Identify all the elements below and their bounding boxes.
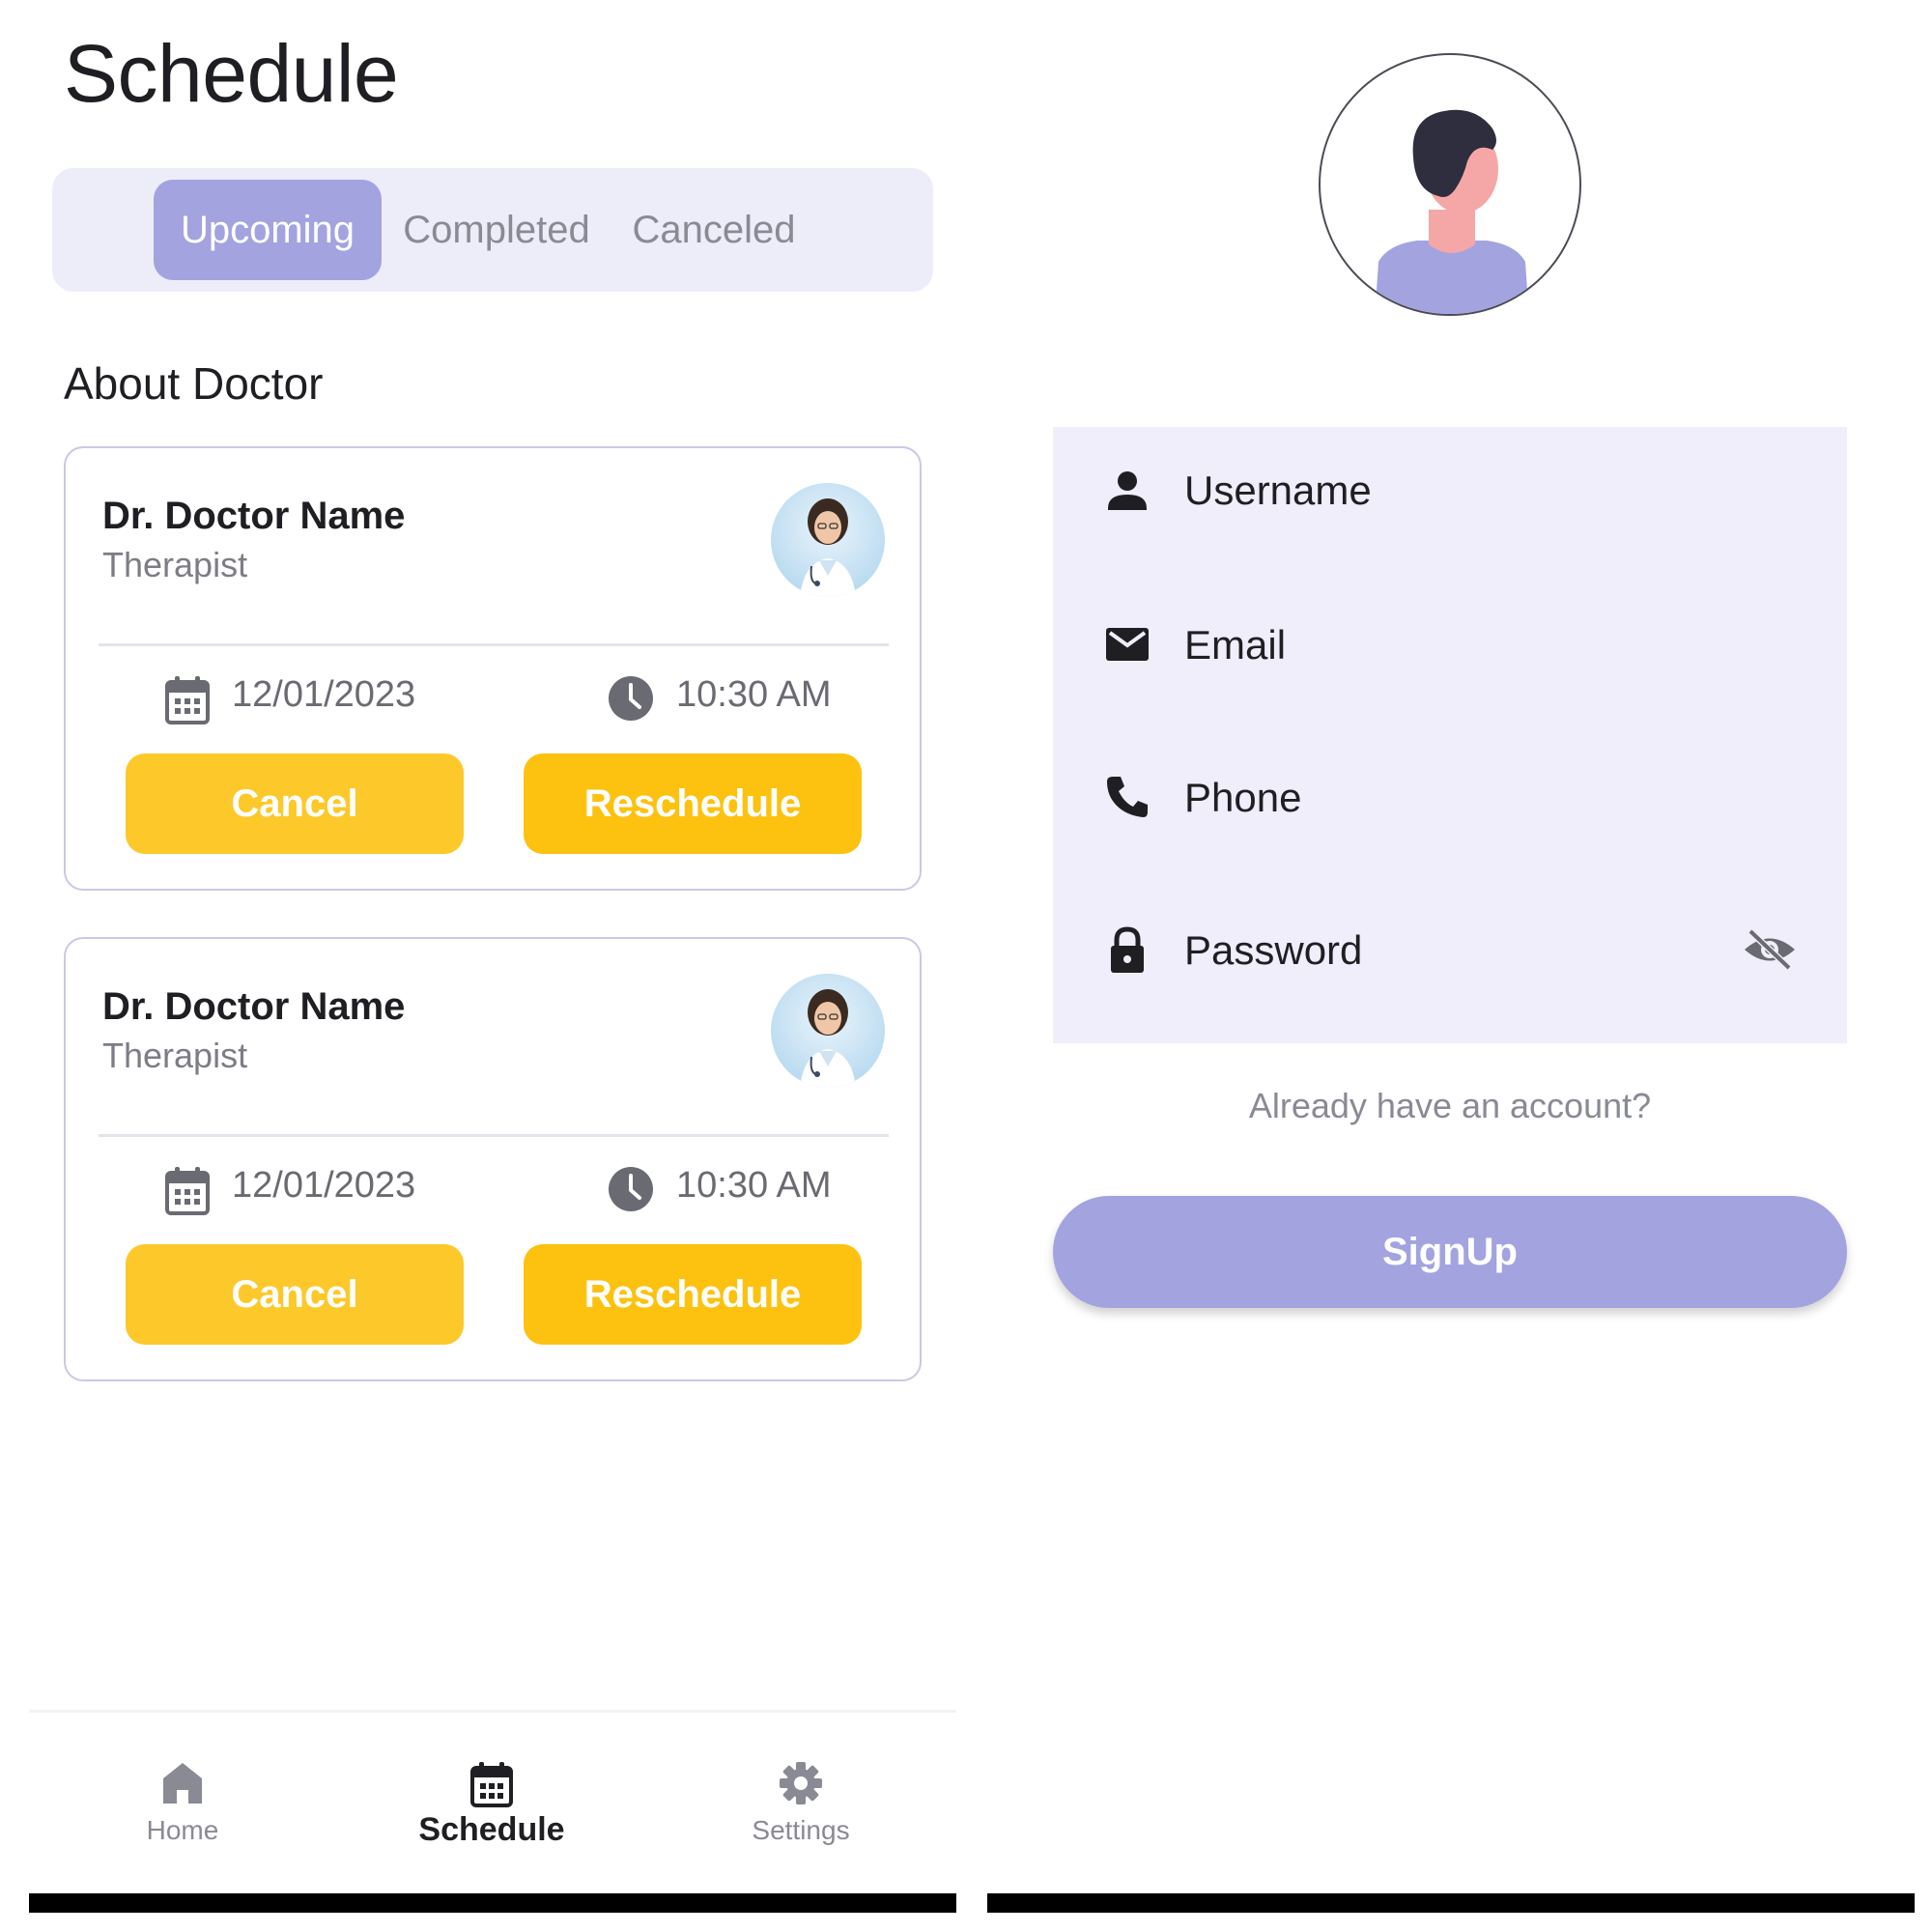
username-field[interactable]: Username <box>1053 427 1847 553</box>
card-divider <box>99 643 889 646</box>
lock-icon <box>1111 926 1144 973</box>
section-title: About Doctor <box>64 358 324 409</box>
system-navigation-bar <box>29 1893 956 1913</box>
calendar-icon <box>164 1165 211 1215</box>
appointment-time: 10:30 AM <box>676 674 832 715</box>
nav-settings-label: Settings <box>752 1815 850 1845</box>
person-icon <box>1108 471 1147 510</box>
nav-home[interactable]: Home <box>86 1761 279 1846</box>
email-field[interactable]: Email <box>1053 582 1847 707</box>
nav-schedule[interactable]: Schedule <box>395 1761 588 1849</box>
tab-completed[interactable]: Completed <box>395 180 598 280</box>
phone-label: Phone <box>1184 775 1302 820</box>
cancel-button[interactable]: Cancel <box>126 1244 464 1345</box>
schedule-screen: Schedule Upcoming Completed Canceled Abo… <box>0 0 966 1932</box>
page-title: Schedule <box>64 28 399 119</box>
cancel-button[interactable]: Cancel <box>126 753 464 854</box>
gear-icon <box>780 1762 822 1804</box>
doctor-role: Therapist <box>102 1036 248 1075</box>
reschedule-button[interactable]: Reschedule <box>524 753 862 854</box>
login-link[interactable]: Already have an account? <box>1053 1086 1847 1126</box>
appointment-date: 12/01/2023 <box>232 674 416 715</box>
nav-settings[interactable]: Settings <box>704 1761 897 1846</box>
appointment-card: Dr. Doctor Name Therapist 12/01/2023 10:… <box>64 446 922 891</box>
bottom-navigation: Home Schedule Settings <box>29 1710 956 1884</box>
email-label: Email <box>1184 622 1287 668</box>
appointment-time: 10:30 AM <box>676 1165 832 1206</box>
calendar-icon <box>164 674 211 724</box>
appointment-date: 12/01/2023 <box>232 1165 416 1206</box>
eye-off-icon[interactable] <box>1741 925 1799 974</box>
appointment-card: Dr. Doctor Name Therapist 12/01/2023 10:… <box>64 937 922 1381</box>
doctor-avatar <box>771 974 885 1088</box>
doctor-name: Dr. Doctor Name <box>102 495 406 537</box>
password-field[interactable]: Password <box>1053 887 1847 1012</box>
reschedule-button[interactable]: Reschedule <box>524 1244 862 1345</box>
tab-upcoming[interactable]: Upcoming <box>154 180 382 280</box>
nav-schedule-label: Schedule <box>418 1811 565 1848</box>
profile-illustration <box>1319 53 1581 316</box>
signup-form: Username Email Phone Password <box>1053 427 1847 1043</box>
mail-icon <box>1106 628 1149 661</box>
tab-canceled[interactable]: Canceled <box>622 180 806 280</box>
doctor-name: Dr. Doctor Name <box>102 985 406 1028</box>
card-divider <box>99 1134 889 1137</box>
username-label: Username <box>1184 468 1372 513</box>
signup-button[interactable]: SignUp <box>1053 1196 1847 1308</box>
nav-home-label: Home <box>146 1815 219 1845</box>
clock-icon <box>607 674 655 723</box>
clock-icon <box>607 1165 655 1213</box>
doctor-avatar <box>771 483 885 597</box>
home-icon <box>163 1763 202 1804</box>
appointment-tabs: Upcoming Completed Canceled <box>52 168 933 292</box>
password-label: Password <box>1184 927 1363 973</box>
phone-icon <box>1107 777 1148 817</box>
doctor-role: Therapist <box>102 545 248 584</box>
system-navigation-bar <box>987 1893 1915 1913</box>
signup-screen: Username Email Phone Password Already ha… <box>966 0 1932 1932</box>
calendar-icon <box>470 1762 513 1807</box>
phone-field[interactable]: Phone <box>1053 734 1847 860</box>
